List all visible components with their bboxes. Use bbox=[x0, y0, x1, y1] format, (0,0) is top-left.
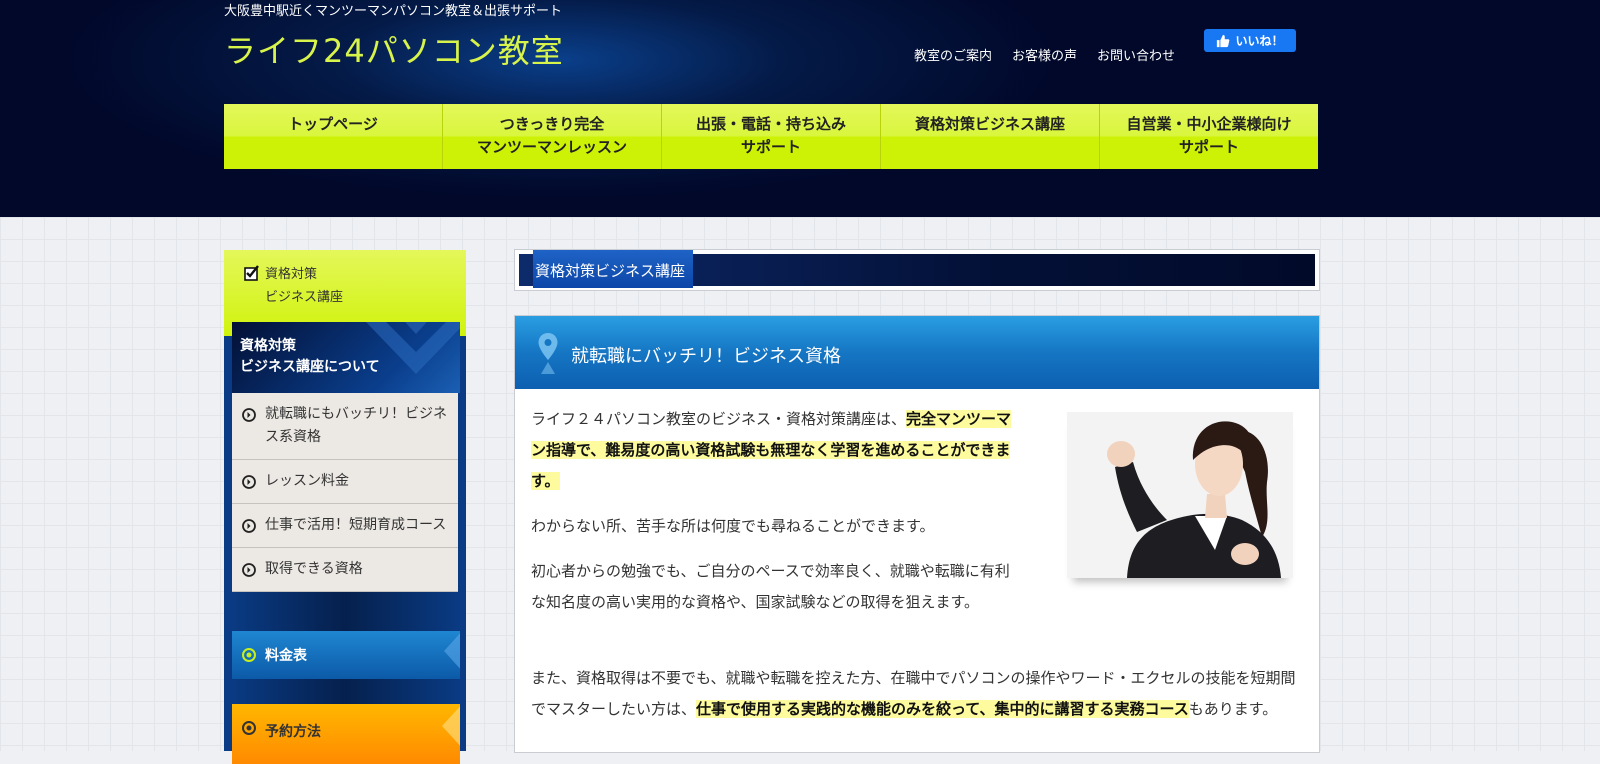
nav-label: 資格対策ビジネス講座 bbox=[914, 115, 1065, 133]
target-circle-icon bbox=[242, 721, 256, 735]
chevron-down-icon bbox=[366, 322, 460, 374]
sidebar-item-label: 就転職にもバッチリ！ビジネス系資格 bbox=[265, 406, 447, 445]
global-nav: トップページ つきっきり完全 マンツーマンレッスン 出張・電話・持ち込み サポート … bbox=[224, 104, 1318, 169]
businesswoman-photo bbox=[1067, 412, 1293, 578]
current-line: 資格対策 bbox=[265, 267, 318, 282]
sidebar-item-label: 仕事で活用！短期育成コース bbox=[265, 517, 447, 533]
location-pin-icon bbox=[538, 333, 558, 374]
paragraph-3: 初心者からの勉強でも、ご自分のペースで効率良く、就職や転職に有利な知名度の高い実… bbox=[531, 562, 1010, 611]
paragraph-4: また、資格取得は不要でも、就職や転職を控えた方、在職中でパソコンの操作やワード・… bbox=[531, 663, 1301, 725]
link-contact[interactable]: お問い合わせ bbox=[1097, 45, 1175, 64]
page-title-bar: 資格対策ビジネス講座 bbox=[519, 250, 1315, 288]
link-about[interactable]: 教室のご案内 bbox=[914, 45, 992, 64]
facebook-like-label: いいね！ bbox=[1235, 34, 1284, 48]
page-title-tab: 資格対策ビジネス講座 bbox=[533, 250, 693, 288]
current-line: ビジネス講座 bbox=[265, 290, 344, 305]
sidebar-current-label: 資格対策 ビジネス講座 bbox=[265, 263, 343, 309]
nav-item-business-course[interactable]: 資格対策ビジネス講座 bbox=[881, 104, 1100, 169]
paragraph-2: わからない所、苦手な所は何度でも尋ねることができます。 bbox=[531, 517, 935, 535]
content-heading: 就転職にバッチリ！ビジネス資格 bbox=[571, 346, 841, 367]
content-body: ライフ２４パソコン教室のビジネス・資格対策講座は、完全マンツーマン指導で、難易度… bbox=[531, 404, 1021, 632]
site-logo[interactable]: ライフ24パソコン教室 bbox=[224, 26, 564, 72]
chevron-decoration-icon bbox=[444, 633, 460, 669]
nav-item-top[interactable]: トップページ bbox=[224, 104, 443, 169]
content-heading-bar: 就転職にバッチリ！ビジネス資格 bbox=[515, 316, 1319, 389]
top-links: 教室のご案内 お客様の声 お問い合わせ bbox=[914, 45, 1175, 64]
text: もあります。 bbox=[1188, 700, 1278, 718]
nav-label: サポート bbox=[1178, 138, 1239, 156]
thumbs-up-icon bbox=[1217, 34, 1230, 47]
nav-label: サポート bbox=[740, 138, 801, 156]
sidebar-item-qualifications[interactable]: 取得できる資格 bbox=[232, 548, 458, 592]
reservation-button[interactable]: 予約方法 bbox=[232, 704, 460, 764]
facebook-like-button[interactable]: いいね！ bbox=[1204, 29, 1296, 52]
highlight-text: 仕事で使用する実践的な機能のみを絞って、集中的に講習する実務コース bbox=[696, 700, 1189, 718]
sidebar-list: 就転職にもバッチリ！ビジネス系資格 レッスン料金 仕事で活用！短期育成コース 取… bbox=[232, 393, 458, 592]
nav-item-lesson[interactable]: つきっきり完全マンツーマンレッスン bbox=[443, 104, 662, 169]
text: ライフ２４パソコン教室のビジネス・資格対策講座は、 bbox=[531, 410, 907, 428]
arrow-circle-icon bbox=[242, 475, 256, 489]
checkbox-checked-icon bbox=[244, 265, 259, 281]
nav-item-support[interactable]: 出張・電話・持ち込み サポート bbox=[662, 104, 881, 169]
sidebar-item-short-course[interactable]: 仕事で活用！短期育成コース bbox=[232, 504, 458, 548]
site-tagline: 大阪豊中駅近くマンツーマンパソコン教室＆出張サポート bbox=[224, 4, 563, 19]
site-header: 大阪豊中駅近くマンツーマンパソコン教室＆出張サポート ライフ24パソコン教室 教… bbox=[0, 0, 1600, 217]
main-content: 就転職にバッチリ！ビジネス資格 ライフ２４パソコン教室のビジネス・資格対策講座は… bbox=[514, 315, 1320, 753]
arrow-circle-icon bbox=[242, 563, 256, 577]
sidebar-item-label: 取得できる資格 bbox=[265, 561, 363, 577]
sidebar-item-lesson-fee[interactable]: レッスン料金 bbox=[232, 460, 458, 504]
sidebar-item-label: レッスン料金 bbox=[265, 473, 349, 489]
nav-label: トップページ bbox=[288, 115, 378, 133]
nav-label: マンツーマンレッスン bbox=[476, 138, 627, 156]
price-table-button[interactable]: 料金表 bbox=[232, 631, 460, 679]
link-voices[interactable]: お客様の声 bbox=[1012, 45, 1077, 64]
arrow-circle-icon bbox=[242, 408, 256, 422]
sidebar: 資格対策 ビジネス講座 資格対策 ビジネス講座について 就転職にもバッチリ！ビジ… bbox=[224, 250, 466, 764]
section-line: 資格対策 bbox=[240, 338, 296, 354]
paragraph-1: ライフ２４パソコン教室のビジネス・資格対策講座は、完全マンツーマン指導で、難易度… bbox=[531, 404, 1021, 497]
target-circle-icon bbox=[242, 648, 256, 662]
nav-label: 自営業・中小企業様向け bbox=[1126, 115, 1292, 133]
nav-item-smb-support[interactable]: 自営業・中小企業様向け サポート bbox=[1100, 104, 1318, 169]
sidebar-item-business-qualification[interactable]: 就転職にもバッチリ！ビジネス系資格 bbox=[232, 393, 458, 460]
arrow-circle-icon bbox=[242, 519, 256, 533]
page-title-box: 資格対策ビジネス講座 bbox=[514, 249, 1320, 291]
page-title: 資格対策ビジネス講座 bbox=[535, 262, 686, 280]
reservation-label: 予約方法 bbox=[265, 724, 321, 740]
nav-label: つきっきり完全 bbox=[499, 115, 605, 133]
price-table-label: 料金表 bbox=[265, 648, 307, 664]
sidebar-section-title: 資格対策 ビジネス講座について bbox=[240, 336, 380, 378]
sidebar-section-header: 資格対策 ビジネス講座について bbox=[232, 322, 460, 393]
nav-label: 出張・電話・持ち込み bbox=[695, 115, 846, 133]
businesswoman-illustration bbox=[1067, 412, 1293, 578]
section-line: ビジネス講座について bbox=[240, 359, 380, 375]
chevron-decoration-icon bbox=[442, 706, 460, 746]
